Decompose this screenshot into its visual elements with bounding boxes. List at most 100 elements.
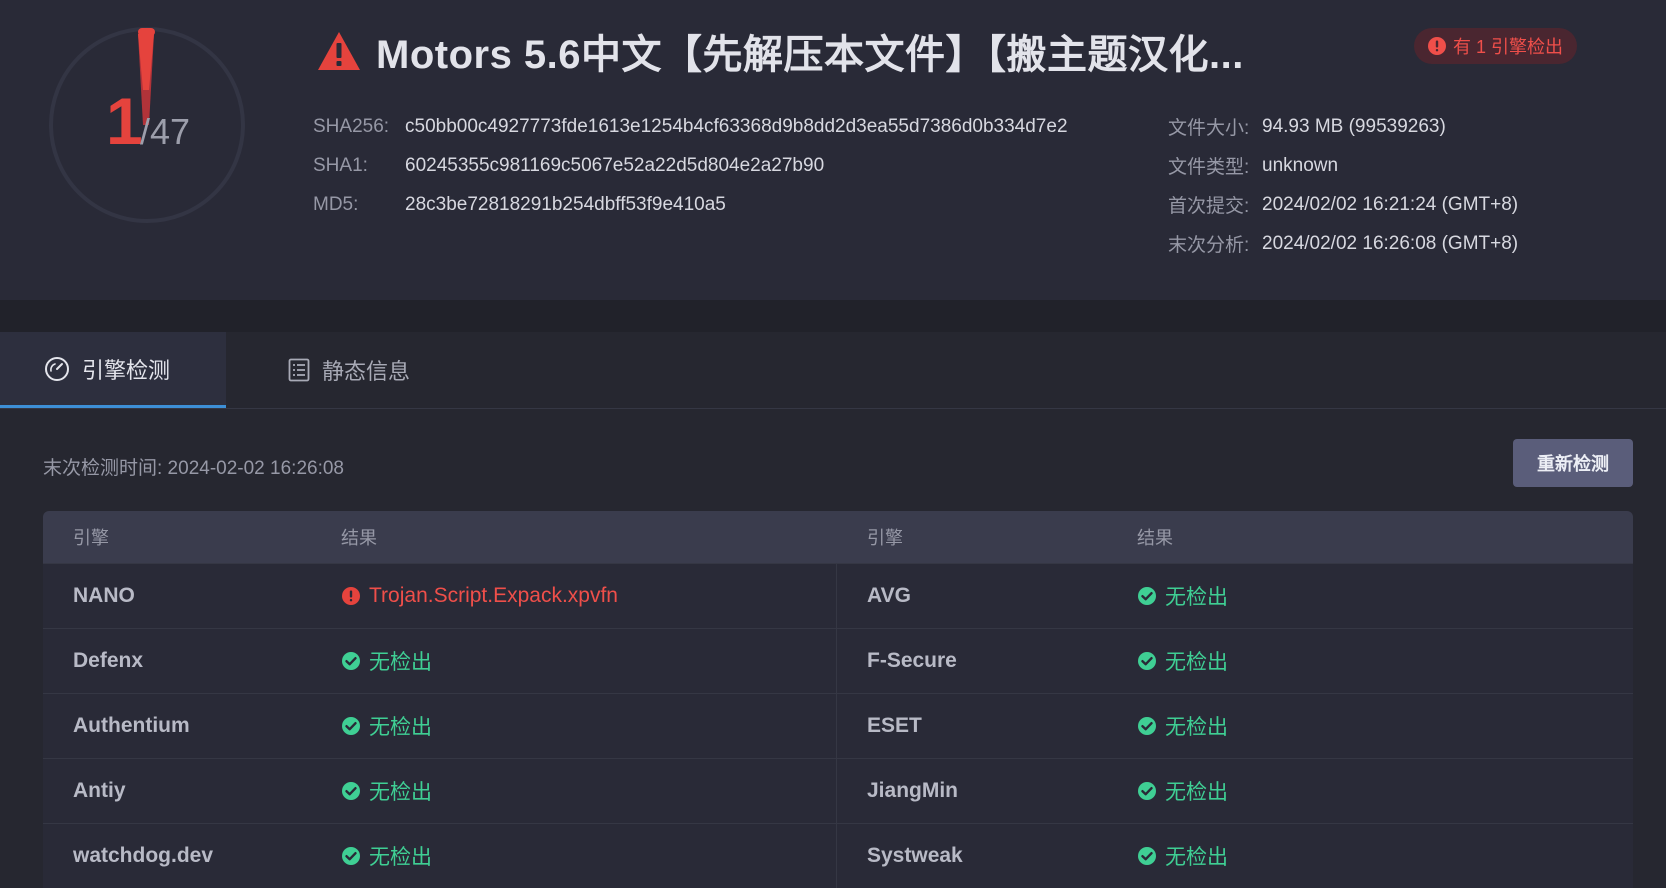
engine-name: Authentium xyxy=(73,714,190,737)
check-circle-icon xyxy=(342,847,360,865)
meta-label: 文件类型: xyxy=(1168,157,1250,178)
engine-cell: watchdog.dev xyxy=(43,824,341,888)
engine-cell: Systweak xyxy=(837,824,1137,888)
header-engine: 引擎 xyxy=(867,528,903,548)
engine-name: ESET xyxy=(867,714,922,737)
engine-cell: NANO xyxy=(43,564,341,628)
result-cell: 无检出 xyxy=(341,759,837,823)
check-circle-icon xyxy=(1138,652,1156,670)
sha256-value[interactable]: c50bb00c4927773fde1613e1254b4cf63368d9b8… xyxy=(405,116,1068,138)
detection-badge-text: 有 1 引擎检出 xyxy=(1453,37,1564,57)
result-text: 无检出 xyxy=(369,716,432,739)
tab-label: 引擎检测 xyxy=(82,357,171,383)
result-clean: 无检出 xyxy=(1137,841,1228,871)
hash-label: SHA256: xyxy=(313,115,390,137)
table-header: 引擎 结果 引擎 结果 xyxy=(43,511,1633,563)
result-text: 无检出 xyxy=(1165,846,1228,869)
exclamation-circle-icon xyxy=(342,587,360,605)
engine-cell: Antiy xyxy=(43,759,341,823)
meta-row-first-submit: 首次提交: 2024/02/02 16:21:24 (GMT+8) xyxy=(1168,185,1518,224)
meta-label: 首次提交: xyxy=(1168,196,1250,217)
check-circle-icon xyxy=(342,782,360,800)
result-text: 无检出 xyxy=(1165,716,1228,739)
last-scan-time: 末次检测时间: 2024-02-02 16:26:08 xyxy=(43,458,344,479)
detection-badge: 有 1 引擎检出 xyxy=(1414,28,1578,64)
meta-row-size: 文件大小: 94.93 MB (99539263) xyxy=(1168,107,1518,146)
first-submit-value: 2024/02/02 16:21:24 (GMT+8) xyxy=(1262,193,1519,215)
result-clean: 无检出 xyxy=(1137,581,1228,611)
engine-name: JiangMin xyxy=(867,779,959,802)
check-circle-icon xyxy=(1138,847,1156,865)
engine-cell: JiangMin xyxy=(837,759,1137,823)
table-row: Antiy 无检出 JiangMin 无检出 xyxy=(43,758,1633,823)
engine-name: Defenx xyxy=(73,649,144,672)
engine-name: Antiy xyxy=(73,779,126,802)
meta-row-type: 文件类型: unknown xyxy=(1168,146,1518,185)
table-row: Defenx 无检出 F-Secure 无检出 xyxy=(43,628,1633,693)
result-cell: 无检出 xyxy=(1137,564,1633,628)
header-engine: 引擎 xyxy=(73,528,109,548)
result-text: 无检出 xyxy=(369,651,432,674)
result-clean: 无检出 xyxy=(1137,646,1228,676)
result-text: Trojan.Script.Expack.xpvfn xyxy=(369,584,618,607)
tab-label: 静态信息 xyxy=(322,359,411,384)
table-row: NANO Trojan.Script.Expack.xpvfn AVG 无检出 xyxy=(43,563,1633,628)
result-text: 无检出 xyxy=(1165,586,1228,609)
engine-cell: ESET xyxy=(837,694,1137,758)
engine-name: Systweak xyxy=(867,844,963,867)
result-text: 无检出 xyxy=(1165,651,1228,674)
result-cell: 无检出 xyxy=(1137,629,1633,693)
header-result: 结果 xyxy=(1137,528,1173,548)
check-circle-icon xyxy=(1138,782,1156,800)
result-clean: 无检出 xyxy=(1137,776,1228,806)
last-analysis-value: 2024/02/02 16:26:08 (GMT+8) xyxy=(1262,232,1519,254)
result-clean: 无检出 xyxy=(1137,711,1228,741)
result-malicious[interactable]: Trojan.Script.Expack.xpvfn xyxy=(341,584,618,608)
result-clean: 无检出 xyxy=(341,841,432,871)
result-cell: 无检出 xyxy=(1137,824,1633,888)
hash-list: SHA256: c50bb00c4927773fde1613e1254b4cf6… xyxy=(313,107,1068,224)
engine-name: watchdog.dev xyxy=(73,844,214,867)
detected-count: 1 xyxy=(106,84,143,158)
meta-label: 末次分析: xyxy=(1168,235,1250,256)
engine-cell: AVG xyxy=(837,564,1137,628)
tab-static-info[interactable]: 静态信息 xyxy=(288,332,410,408)
engine-results-table: 引擎 结果 引擎 结果 NANO Trojan.Script.Expack.xpv… xyxy=(43,511,1633,888)
document-list-icon xyxy=(288,358,310,382)
tab-engine-detection[interactable]: 引擎检测 xyxy=(0,332,226,408)
hash-row-sha1: SHA1: 60245355c981169c5067e52a22d5d804e2… xyxy=(313,146,1068,185)
file-title: Motors 5.6中文【先解压本文件】【搬主题汉化... xyxy=(376,33,1244,77)
result-cell: 无检出 xyxy=(1137,694,1633,758)
result-text: 无检出 xyxy=(369,781,432,804)
tab-bar: 引擎检测 静态信息 xyxy=(0,332,1666,409)
table-body: NANO Trojan.Script.Expack.xpvfn AVG 无检出 Defe… xyxy=(43,563,1633,888)
hash-row-sha256: SHA256: c50bb00c4927773fde1613e1254b4cf6… xyxy=(313,107,1068,146)
engine-name: AVG xyxy=(867,584,911,607)
hash-label: SHA1: xyxy=(313,154,368,176)
table-row: Authentium 无检出 ESET 无检出 xyxy=(43,693,1633,758)
file-title-row: Motors 5.6中文【先解压本文件】【搬主题汉化... xyxy=(316,22,1244,80)
meta-label: 文件大小: xyxy=(1168,118,1250,139)
result-cell: 无检出 xyxy=(341,824,837,888)
check-circle-icon xyxy=(342,717,360,735)
check-circle-icon xyxy=(1138,717,1156,735)
md5-value[interactable]: 28c3be72818291b254dbff53f9e410a5 xyxy=(405,194,726,216)
result-clean: 无检出 xyxy=(341,711,432,741)
hash-row-md5: MD5: 28c3be72818291b254dbff53f9e410a5 xyxy=(313,185,1068,224)
total-engines: /47 xyxy=(140,111,191,152)
report-page: 1 /47 Motors 5.6中文【先解压本文件】【搬主题汉化... 有 1 … xyxy=(0,0,1666,888)
section-divider xyxy=(0,300,1666,332)
engine-name: F-Secure xyxy=(867,649,957,672)
rescan-button[interactable]: 重新检测 xyxy=(1513,439,1633,487)
exclamation-circle-icon xyxy=(1428,37,1446,55)
hash-label: MD5: xyxy=(313,193,359,215)
result-cell: 无检出 xyxy=(1137,759,1633,823)
engine-name: NANO xyxy=(73,584,135,607)
sha1-value[interactable]: 60245355c981169c5067e52a22d5d804e2a27b90 xyxy=(405,155,824,177)
result-text: 无检出 xyxy=(1165,781,1228,804)
meta-row-last-analysis: 末次分析: 2024/02/02 16:26:08 (GMT+8) xyxy=(1168,224,1518,263)
result-clean: 无检出 xyxy=(341,776,432,806)
file-type-value: unknown xyxy=(1262,154,1339,176)
check-circle-icon xyxy=(1138,587,1156,605)
gauge-icon xyxy=(45,356,69,381)
